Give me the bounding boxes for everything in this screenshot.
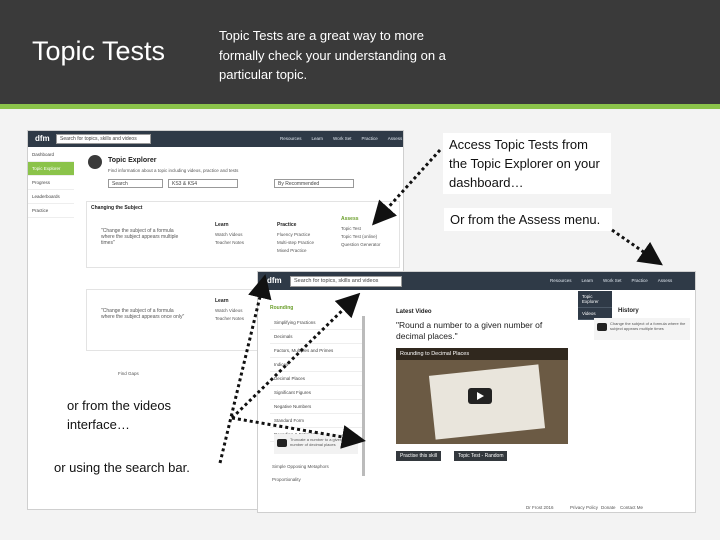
- assess-item-generator[interactable]: Question Generator: [341, 242, 381, 247]
- header-accent-stripe: [0, 104, 720, 109]
- footer-privacy[interactable]: Privacy Policy: [570, 505, 598, 510]
- panel-title: Topic Explorer: [108, 157, 157, 164]
- learn-item-videos[interactable]: Watch Videos: [215, 232, 243, 237]
- sidebar-item-dashboard[interactable]: Dashboard: [28, 148, 74, 162]
- panel-description: Find information about a topic including…: [108, 168, 239, 173]
- search-input-2[interactable]: Search for topics, skills and videos: [290, 276, 402, 287]
- top-nav-bar: dfm Search for topics, skills and videos…: [28, 131, 403, 147]
- sidebar-item-leaderboards[interactable]: Leaderboards: [28, 190, 74, 204]
- footer-donate[interactable]: Donate: [601, 505, 616, 510]
- topic-explorer-icon: [88, 155, 102, 169]
- nav-learn-2[interactable]: Learn: [582, 278, 594, 283]
- youtube-icon-2: [597, 323, 607, 331]
- search-input[interactable]: Search for topics, skills and videos: [56, 134, 151, 144]
- col-assess: Assess: [341, 216, 359, 222]
- bottom-topic-2[interactable]: Proportionality: [272, 477, 301, 482]
- sidebar-topic-3[interactable]: Factors, Multiples and Primes: [270, 344, 362, 358]
- sidebar-topic-6[interactable]: Significant Figures: [270, 386, 362, 400]
- nav-links: Resources Learn Work Set Practice Assess: [280, 136, 402, 141]
- sidebar-topic-4[interactable]: Indices: [270, 358, 362, 372]
- practise-skill-button[interactable]: Practise this skill: [396, 451, 441, 461]
- filter-select[interactable]: KS3 & KS4: [168, 179, 238, 188]
- quote-multiple: "Change the subject of a formula where t…: [101, 228, 179, 246]
- nav-practice[interactable]: Practice: [361, 136, 377, 141]
- sidebar-scrollbar[interactable]: [362, 316, 365, 476]
- history-item-text: Change the subject of a formula where th…: [610, 321, 686, 331]
- col-learn: Learn: [215, 222, 229, 228]
- sidebar-item-topic-explorer[interactable]: Topic Explorer: [28, 162, 74, 176]
- footer-date: Dr Frost 2016: [526, 505, 554, 510]
- video-caption: Rounding to Decimal Places: [396, 348, 568, 360]
- find-gaps-link[interactable]: Find Gaps: [118, 371, 139, 376]
- videos-screenshot: dfm Search for topics, skills and videos…: [257, 271, 696, 513]
- slide-header: Topic Tests Topic Tests are a great way …: [0, 0, 720, 104]
- practice-item-1[interactable]: Fluency Practice: [277, 232, 310, 237]
- col-learn-2: Learn: [215, 298, 229, 304]
- practice-item-3[interactable]: Mixed Practice: [277, 248, 307, 253]
- sidebar-topic-7[interactable]: Negative Numbers: [270, 400, 362, 414]
- quote-once: "Change the subject of a formula where t…: [101, 308, 185, 320]
- footer-contact[interactable]: Contact Me: [620, 505, 643, 510]
- learn-item-notes[interactable]: Teacher Notes: [215, 240, 244, 245]
- sidebar-header: Rounding: [270, 305, 294, 311]
- callout-assess-menu: Or from the Assess menu.: [444, 208, 612, 231]
- topic-test-button[interactable]: Topic Test - Random: [454, 451, 508, 461]
- sort-select[interactable]: By Recommended: [274, 179, 354, 188]
- dfm-logo: dfm: [35, 134, 50, 143]
- sub-item-card[interactable]: Truncate a number to a given number of d…: [274, 434, 358, 454]
- practice-item-2[interactable]: Multi-step Practice: [277, 240, 314, 245]
- video-sidebar: Simplifying Fractions Decimals Factors, …: [270, 316, 362, 442]
- sidebar-item-practice[interactable]: Practice: [28, 204, 74, 218]
- video-player[interactable]: Rounding to Decimal Places: [396, 348, 568, 444]
- learn-item-videos-2[interactable]: Watch Videos: [215, 308, 243, 313]
- sidebar: Dashboard Topic Explorer Progress Leader…: [28, 148, 74, 218]
- sidebar-item-progress[interactable]: Progress: [28, 176, 74, 190]
- section-title: Changing the Subject: [91, 205, 143, 211]
- assess-item-topic-test[interactable]: Topic Test: [341, 226, 361, 231]
- latest-video-label: Latest Video: [396, 309, 432, 315]
- learn-dropdown-menu: Topic Explorer Videos: [578, 291, 612, 320]
- play-icon[interactable]: [468, 388, 492, 404]
- col-practice: Practice: [277, 222, 297, 228]
- slide-description: Topic Tests are a great way to more form…: [219, 28, 446, 82]
- dropdown-item-topic-explorer[interactable]: Topic Explorer: [578, 291, 612, 308]
- nav-assess[interactable]: Assess: [388, 136, 403, 141]
- nav-practice-2[interactable]: Practice: [631, 278, 647, 283]
- nav-learn[interactable]: Learn: [312, 136, 324, 141]
- dfm-logo-2: dfm: [267, 276, 282, 285]
- nav-assess-2[interactable]: Assess: [658, 278, 673, 283]
- sidebar-topic-2[interactable]: Decimals: [270, 330, 362, 344]
- callout-videos: or from the videos interface…: [61, 394, 231, 436]
- sidebar-topic-8[interactable]: Standard Form: [270, 414, 362, 428]
- nav-work-set-2[interactable]: Work Set: [603, 278, 621, 283]
- learn-item-notes-2[interactable]: Teacher Notes: [215, 316, 244, 321]
- callout-topic-explorer: Access Topic Tests from the Topic Explor…: [443, 133, 611, 194]
- nav-resources-2[interactable]: Resources: [550, 278, 572, 283]
- top-nav-bar-2: dfm Search for topics, skills and videos…: [258, 272, 695, 290]
- callout-search: or using the search bar.: [48, 456, 212, 479]
- topic-search-input[interactable]: Search: [108, 179, 163, 188]
- history-item[interactable]: Change the subject of a formula where th…: [594, 318, 690, 340]
- sub-item-text: Truncate a number to a given number of d…: [290, 437, 343, 447]
- history-title: History: [618, 308, 639, 314]
- sidebar-topic-1[interactable]: Simplifying Fractions: [270, 316, 362, 330]
- nav-work-set[interactable]: Work Set: [333, 136, 351, 141]
- video-title: "Round a number to a given number of dec…: [396, 320, 543, 341]
- arrow-assess-menu: [611, 228, 663, 266]
- slide-title: Topic Tests: [32, 36, 166, 66]
- youtube-icon: [277, 439, 287, 447]
- nav-links-2: Resources Learn Work Set Practice Assess: [550, 278, 672, 283]
- sidebar-topic-5[interactable]: Decimal Places: [270, 372, 362, 386]
- assess-item-online[interactable]: Topic Test (online): [341, 234, 377, 239]
- bottom-topic-1[interactable]: Simple Opposing Metaphors: [272, 464, 329, 469]
- topic-card-1: Changing the Subject "Change the subject…: [86, 201, 400, 268]
- nav-resources[interactable]: Resources: [280, 136, 302, 141]
